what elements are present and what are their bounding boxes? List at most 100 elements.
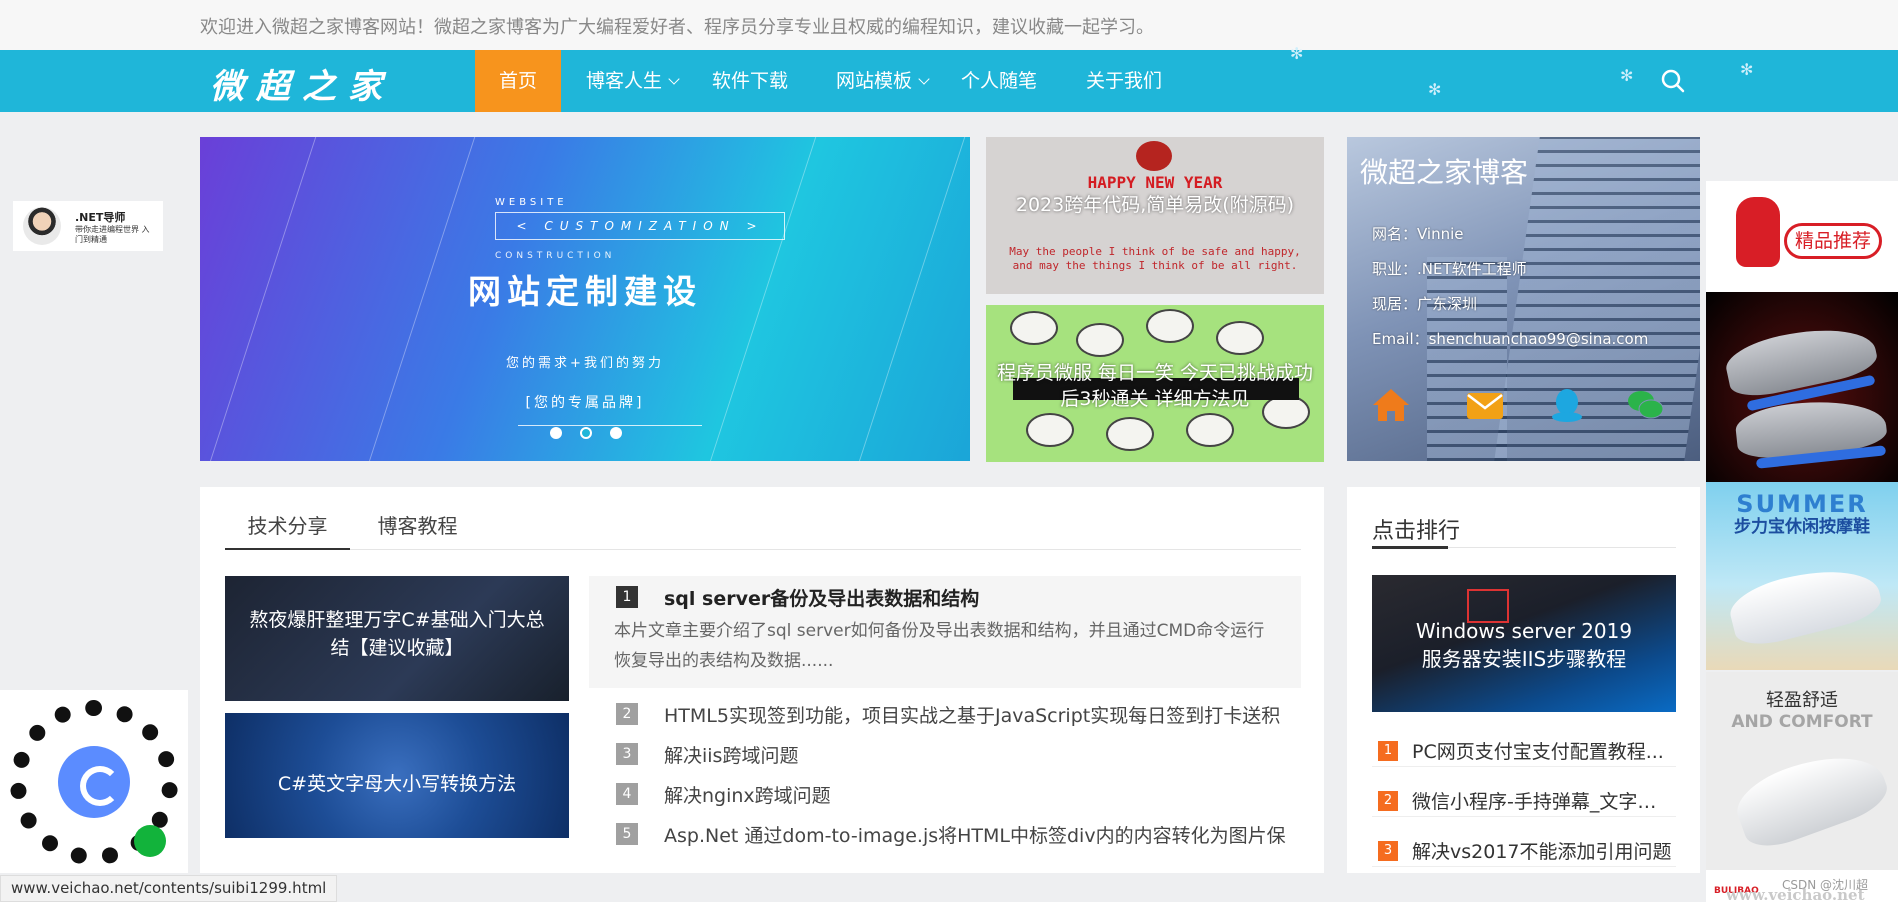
nav-item-home[interactable]: 首页 <box>475 50 561 112</box>
mentor-badge-ad[interactable]: .NET导师 带你走进编程世界 入门到精通 <box>13 201 163 251</box>
ad-subtitle: 步力宝休闲按摩鞋 <box>1734 517 1870 537</box>
mini-program-qr-code[interactable] <box>0 690 188 873</box>
snowflake-icon: ✻ <box>1740 60 1754 79</box>
top-welcome-bar: 欢迎进入微超之家博客网站！微超之家博客为广大编程爱好者、程序员分享专业且权威的编… <box>0 0 1898 50</box>
title-underline <box>1372 546 1676 549</box>
nav-item-site-templates[interactable]: 网站模板 <box>836 50 930 112</box>
sheep-illustration <box>1010 311 1058 345</box>
article-title: HTML5实现签到功能，项目实战之基于JavaScript实现每日签到打卡送积 <box>664 705 1281 727</box>
ranking-title: PC网页支付宝支付配置教程... <box>1412 741 1664 763</box>
carousel-dot[interactable] <box>610 427 622 439</box>
site-logo[interactable]: 微超之家 <box>210 59 394 108</box>
shoe-image <box>1724 556 1886 652</box>
article-item[interactable]: 5 Asp.Net 通过dom-to-image.js将HTML中标签div内的… <box>589 816 1301 852</box>
banner-divider <box>518 425 702 426</box>
qq-icon[interactable] <box>1547 387 1587 423</box>
comfort-shoe-ad[interactable]: 轻盈舒适 AND COMFORT <box>1706 672 1898 872</box>
article-item[interactable]: 3 解决iis跨域问题 <box>589 736 1301 772</box>
new-year-code-card[interactable]: HAPPY NEW YEAR May the people I think of… <box>986 137 1324 294</box>
carousel-dots <box>550 427 622 439</box>
shoe-image <box>1728 738 1894 856</box>
article-title: Asp.Net 通过dom-to-image.js将HTML中标签div内的内容… <box>664 825 1286 847</box>
qr-logo-icon <box>58 746 130 818</box>
banner-title: 网站定制建设 <box>468 272 702 311</box>
banner-tag-top: WEBSITE <box>495 197 568 208</box>
status-bar-url: www.veichao.net/contents/suibi1299.html <box>0 875 338 902</box>
nav-item-essays[interactable]: 个人随笔 <box>961 50 1037 112</box>
mini-program-icon <box>134 825 166 857</box>
article-item[interactable]: 4 解决nginx跨域问题 <box>589 776 1301 812</box>
profile-email-row: Email：shenchuanchao99@sina.com <box>1372 330 1649 348</box>
panel-title: 点击排行 <box>1372 519 1461 544</box>
wechat-icon[interactable] <box>1625 387 1665 423</box>
click-ranking-panel: 点击排行 Windows server 2019 服务器安装IIS步骤教程 1 … <box>1347 487 1700 873</box>
sneaker-ad[interactable] <box>1706 292 1898 482</box>
sheep-illustration <box>1106 417 1154 451</box>
article-item[interactable]: 2 HTML5实现签到功能，项目实战之基于JavaScript实现每日签到打卡送… <box>589 696 1301 732</box>
badge-title: .NET导师 <box>75 211 126 224</box>
profile-name-row: 网名：Vinnie <box>1372 225 1464 243</box>
nav-item-about[interactable]: 关于我们 <box>1086 50 1162 112</box>
panel-tabs: 技术分享 博客教程 <box>225 507 1301 550</box>
tab-tech-sharing[interactable]: 技术分享 <box>225 507 350 550</box>
ad-subtitle: AND COMFORT <box>1731 712 1873 732</box>
hero-banner[interactable]: WEBSITE < CUSTOMIZATION > CONSTRUCTION 网… <box>200 137 970 461</box>
thumbs-up-icon <box>1736 197 1780 267</box>
snowflake-icon: ✻ <box>1428 80 1442 99</box>
mail-icon[interactable] <box>1465 387 1505 423</box>
new-year-image-caption: May the people I think of be safe and ha… <box>1009 245 1301 272</box>
banner-slogan: 您的需求+我们的努力 <box>506 356 664 371</box>
banner-tag-bottom: CONSTRUCTION <box>495 251 616 261</box>
top-ranked-article-thumb[interactable]: Windows server 2019 服务器安装IIS步骤教程 <box>1372 575 1676 712</box>
welcome-text: 欢迎进入微超之家博客网站！微超之家博客为广大编程爱好者、程序员分享专业且权威的编… <box>200 17 1154 38</box>
sheep-illustration <box>1026 413 1074 447</box>
nav-label: 首页 <box>498 70 537 92</box>
nav-label: 博客人生 <box>586 70 663 92</box>
nav-label: 个人随笔 <box>961 70 1038 92</box>
article-rank-number: 2 <box>616 703 638 725</box>
site-watermark: www.veichao.net <box>1726 886 1865 902</box>
nav-item-blog-life[interactable]: 博客人生 <box>586 50 680 112</box>
summer-massage-shoe-ad[interactable]: SUMMER 步力宝休闲按摩鞋 <box>1706 482 1898 670</box>
building-background <box>1427 257 1507 461</box>
author-profile-card: 微超之家博客 网名：Vinnie 职业：.NET软件工程师 现居：广东深圳 Em… <box>1347 137 1700 461</box>
nav-item-software-download[interactable]: 软件下载 <box>712 50 788 112</box>
new-year-image-text: HAPPY NEW YEAR <box>1087 173 1223 192</box>
featured-article[interactable]: 1 sql server备份及导出表数据和结构 本片文章主要介绍了sql ser… <box>589 576 1301 688</box>
ranking-title: 解决vs2017不能添加引用问题 <box>1412 841 1672 863</box>
article-rank-number: 1 <box>616 586 638 608</box>
card-title: 程序员微服 每日一笑 今天已挑战成功 后3秒通关 详细方法见 <box>996 362 1314 410</box>
featured-recommend-ad[interactable]: 精品推荐 <box>1706 181 1898 292</box>
tab-blog-tutorial[interactable]: 博客教程 <box>355 507 480 550</box>
profile-title: 微超之家博客 <box>1360 156 1529 189</box>
thumb-title: Windows server 2019 服务器安装IIS步骤教程 <box>1415 619 1633 671</box>
fireworks-emblem <box>1136 141 1172 171</box>
chevron-down-icon <box>918 73 930 85</box>
nav-label: 软件下载 <box>712 70 789 92</box>
card-title: 2023跨年代码,简单易改(附源码) <box>1015 194 1295 216</box>
sheep-illustration <box>1186 413 1234 447</box>
article-title: 解决nginx跨域问题 <box>664 785 831 807</box>
ad-headline: 轻盈舒适 <box>1766 690 1838 711</box>
avatar <box>23 207 61 245</box>
search-icon[interactable] <box>1658 66 1688 96</box>
ranking-title: 微信小程序-手持弹幕_文字内... <box>1412 791 1672 813</box>
ranking-item[interactable]: 2 微信小程序-手持弹幕_文字内... <box>1372 779 1676 817</box>
badge-subtitle: 带你走进编程世界 入门到精通 <box>75 225 150 244</box>
thumb-title: 熬夜爆肝整理万字C#基础入门大总结【建议收藏】 <box>249 609 545 659</box>
ranking-number: 1 <box>1378 741 1398 761</box>
sheep-illustration <box>1076 323 1124 357</box>
main-navbar: 微超之家 首页 博客人生 软件下载 网站模板 个人随笔 关于我们 ✻ ✻ ✻ ✻ <box>0 44 1898 112</box>
home-icon[interactable] <box>1371 387 1411 423</box>
ranking-item[interactable]: 3 解决vs2017不能添加引用问题 <box>1372 829 1676 867</box>
article-thumb-case-conversion[interactable]: C#英文字母大小写转换方法 <box>225 713 569 838</box>
featured-article-desc: 本片文章主要介绍了sql server如何备份及导出表数据和结构，并且通过CMD… <box>614 621 1265 671</box>
article-thumb-csharp-basics[interactable]: 熬夜爆肝整理万字C#基础入门大总结【建议收藏】 <box>225 576 569 701</box>
programmer-joke-card[interactable]: 程序员微服 每日一笑 今天已挑战成功 后3秒通关 详细方法见 <box>986 305 1324 462</box>
snowflake-icon: ✻ <box>1290 44 1304 63</box>
carousel-dot[interactable] <box>550 427 562 439</box>
ranking-item[interactable]: 1 PC网页支付宝支付配置教程... <box>1372 729 1676 767</box>
carousel-dot-active[interactable] <box>580 427 592 439</box>
thumb-title: C#英文字母大小写转换方法 <box>277 773 517 795</box>
ranking-number: 3 <box>1378 841 1398 861</box>
